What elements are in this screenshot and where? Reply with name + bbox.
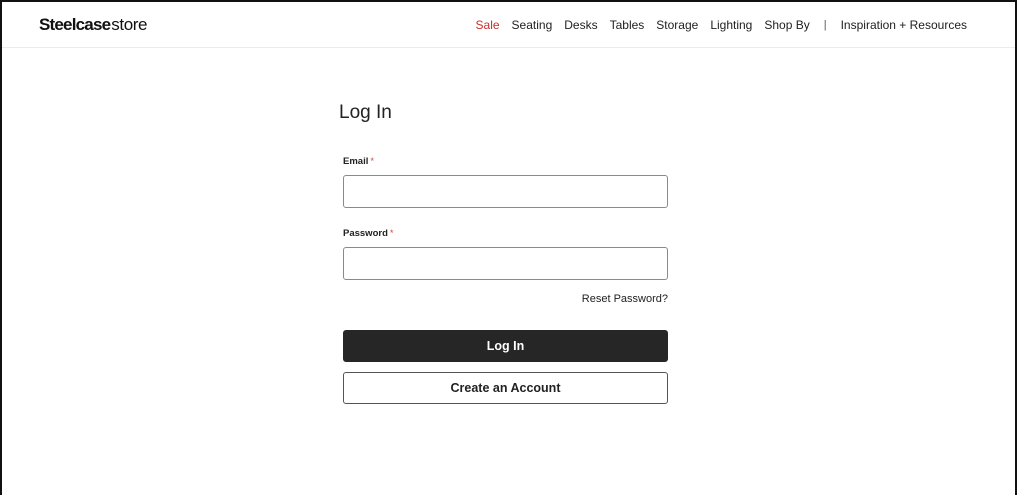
- nav-desks[interactable]: Desks: [564, 18, 597, 32]
- reset-password-row: Reset Password?: [338, 293, 668, 305]
- password-label-text: Password: [343, 228, 388, 239]
- email-label-text: Email: [343, 156, 369, 167]
- nav-tables[interactable]: Tables: [610, 18, 645, 32]
- password-label: Password *: [343, 228, 672, 239]
- email-label: Email *: [343, 156, 672, 167]
- nav-inspiration-resources[interactable]: Inspiration + Resources: [841, 18, 967, 32]
- create-account-button[interactable]: Create an Account: [343, 372, 668, 404]
- browser-window: Steelcasestore Sale Seating Desks Tables…: [0, 0, 1017, 495]
- nav-sale[interactable]: Sale: [476, 18, 500, 32]
- steelcase-store-logo[interactable]: Steelcasestore: [39, 15, 147, 35]
- page-title: Log In: [339, 102, 392, 123]
- logo-brand: Steelcase: [39, 15, 111, 34]
- logo-suffix: store: [111, 15, 148, 34]
- nav-seating[interactable]: Seating: [512, 18, 553, 32]
- login-form: Log In Email * Password * Reset Password? …: [338, 102, 672, 404]
- nav-storage[interactable]: Storage: [656, 18, 698, 32]
- nav-separator: |: [823, 19, 827, 31]
- nav-shop-by[interactable]: Shop By: [764, 18, 809, 32]
- email-field[interactable]: [343, 175, 668, 208]
- password-required-mark: *: [389, 228, 394, 239]
- login-button[interactable]: Log In: [343, 330, 668, 362]
- reset-password-link[interactable]: Reset Password?: [582, 293, 668, 305]
- main-nav: Sale Seating Desks Tables Storage Lighti…: [476, 18, 967, 32]
- email-required-mark: *: [370, 156, 375, 167]
- password-field[interactable]: [343, 247, 668, 280]
- top-navigation: Steelcasestore Sale Seating Desks Tables…: [2, 2, 1015, 48]
- nav-lighting[interactable]: Lighting: [710, 18, 752, 32]
